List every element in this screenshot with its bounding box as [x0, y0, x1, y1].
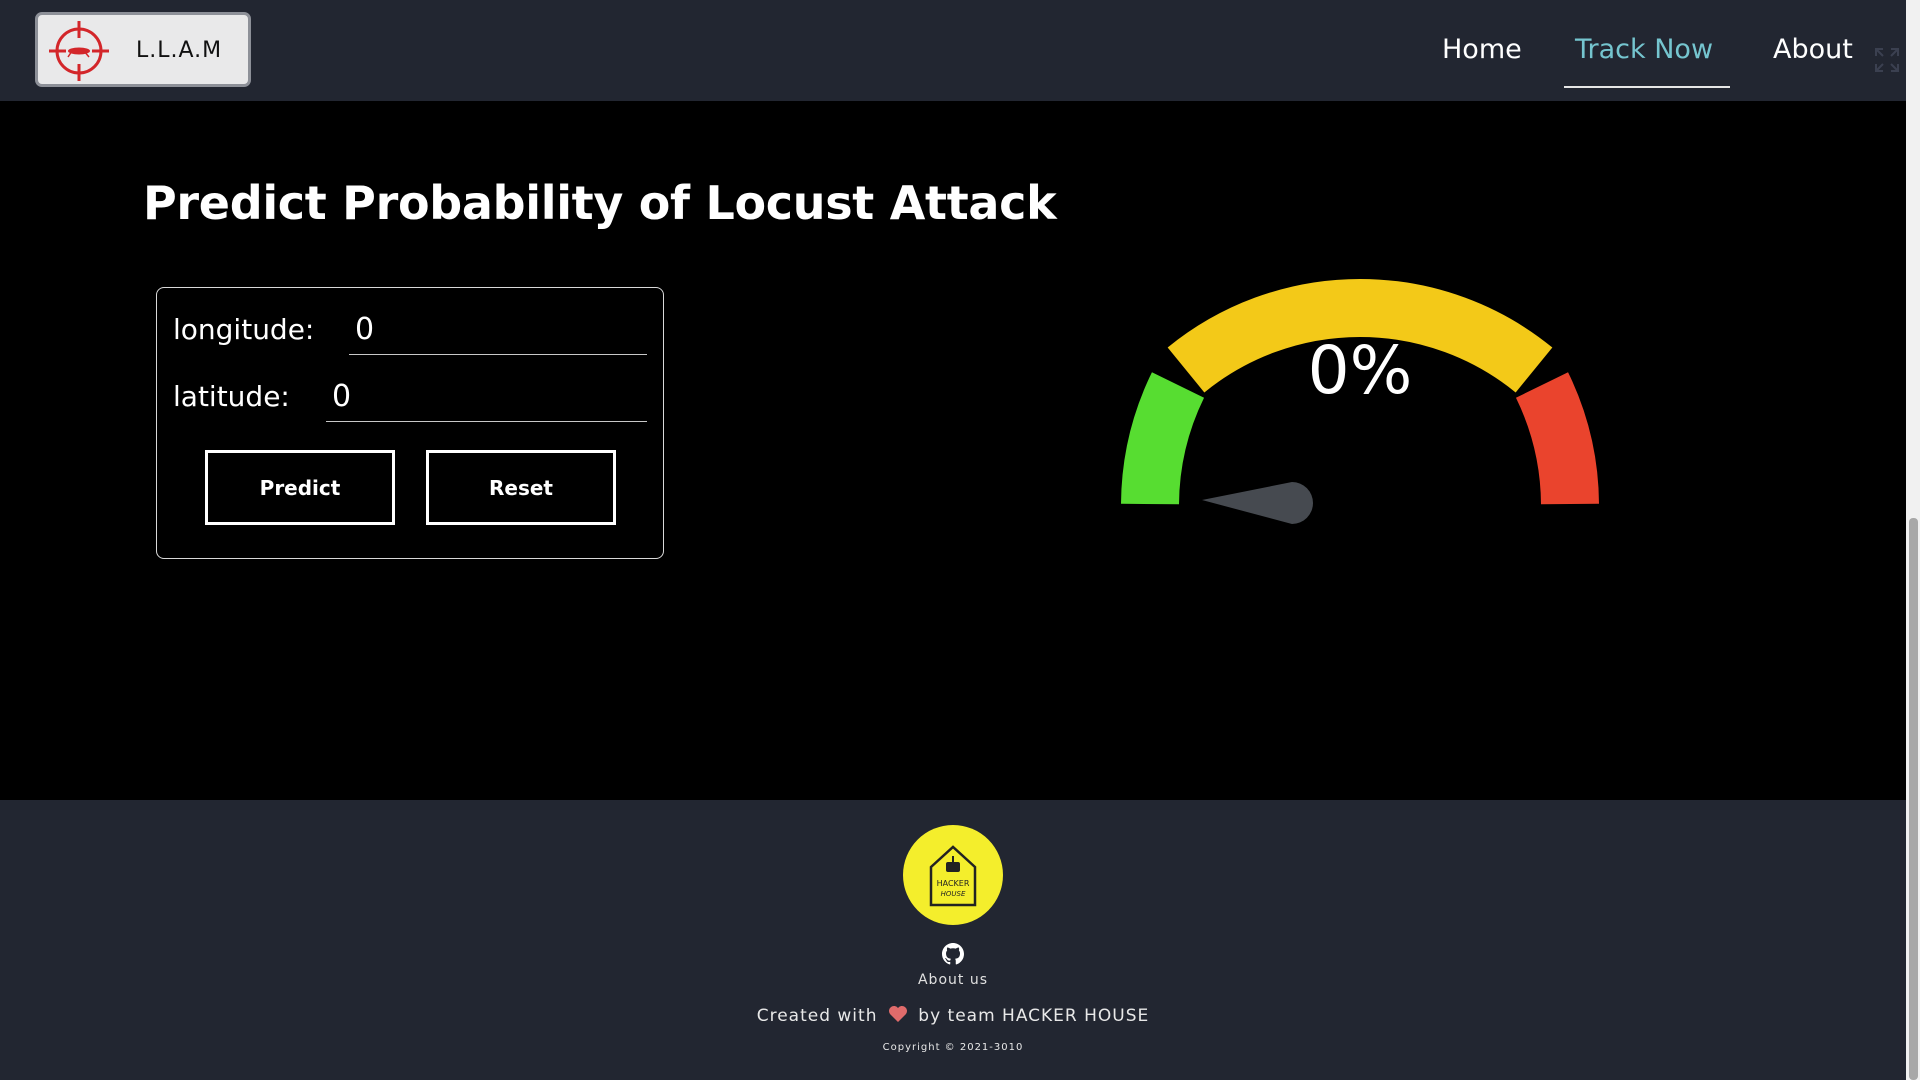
reset-button[interactable]: Reset — [426, 450, 616, 525]
nav-track-now[interactable]: Track Now — [1575, 34, 1713, 65]
page-title: Predict Probability of Locust Attack — [143, 176, 1057, 230]
gauge-needle — [1202, 482, 1313, 524]
heart-icon — [888, 1006, 907, 1022]
brand-logo-box[interactable]: L.L.A.M — [35, 12, 251, 87]
house-robot-icon: HACKER HOUSE — [929, 845, 977, 907]
navbar: L.L.A.M Home Track Now About — [0, 0, 1906, 101]
nav-active-underline — [1564, 86, 1730, 88]
expand-icon[interactable] — [1873, 46, 1901, 74]
created-with-line: Created with by team HACKER HOUSE — [0, 1005, 1906, 1026]
latitude-label: latitude: — [173, 380, 290, 413]
gauge-high-segment — [1515, 372, 1599, 505]
gauge-low-segment — [1121, 372, 1205, 505]
nav-about[interactable]: About — [1773, 34, 1853, 65]
footer: HACKER HOUSE About us Created with by te… — [0, 800, 1906, 1080]
longitude-input[interactable] — [349, 305, 647, 355]
logo-text-house: HOUSE — [941, 890, 966, 898]
hacker-house-logo[interactable]: HACKER HOUSE — [903, 825, 1003, 925]
longitude-label: longitude: — [173, 313, 315, 346]
created-prefix: Created with — [756, 1006, 878, 1026]
logo-text-hacker: HACKER — [937, 879, 970, 888]
latitude-input[interactable] — [326, 372, 647, 422]
created-suffix: by team HACKER HOUSE — [918, 1006, 1150, 1026]
about-us-link[interactable]: About us — [0, 972, 1906, 988]
copyright: Copyright © 2021-3010 — [882, 1042, 1024, 1053]
prediction-form: longitude: latitude: Predict Reset — [156, 287, 664, 559]
nav-home[interactable]: Home — [1442, 34, 1522, 65]
brand-name: L.L.A.M — [136, 38, 223, 63]
crosshair-locust-icon — [49, 21, 109, 81]
predict-button[interactable]: Predict — [205, 450, 395, 525]
github-icon[interactable] — [942, 943, 964, 965]
scrollbar-thumb[interactable] — [1909, 518, 1918, 1080]
gauge-value: 0% — [1307, 332, 1413, 409]
